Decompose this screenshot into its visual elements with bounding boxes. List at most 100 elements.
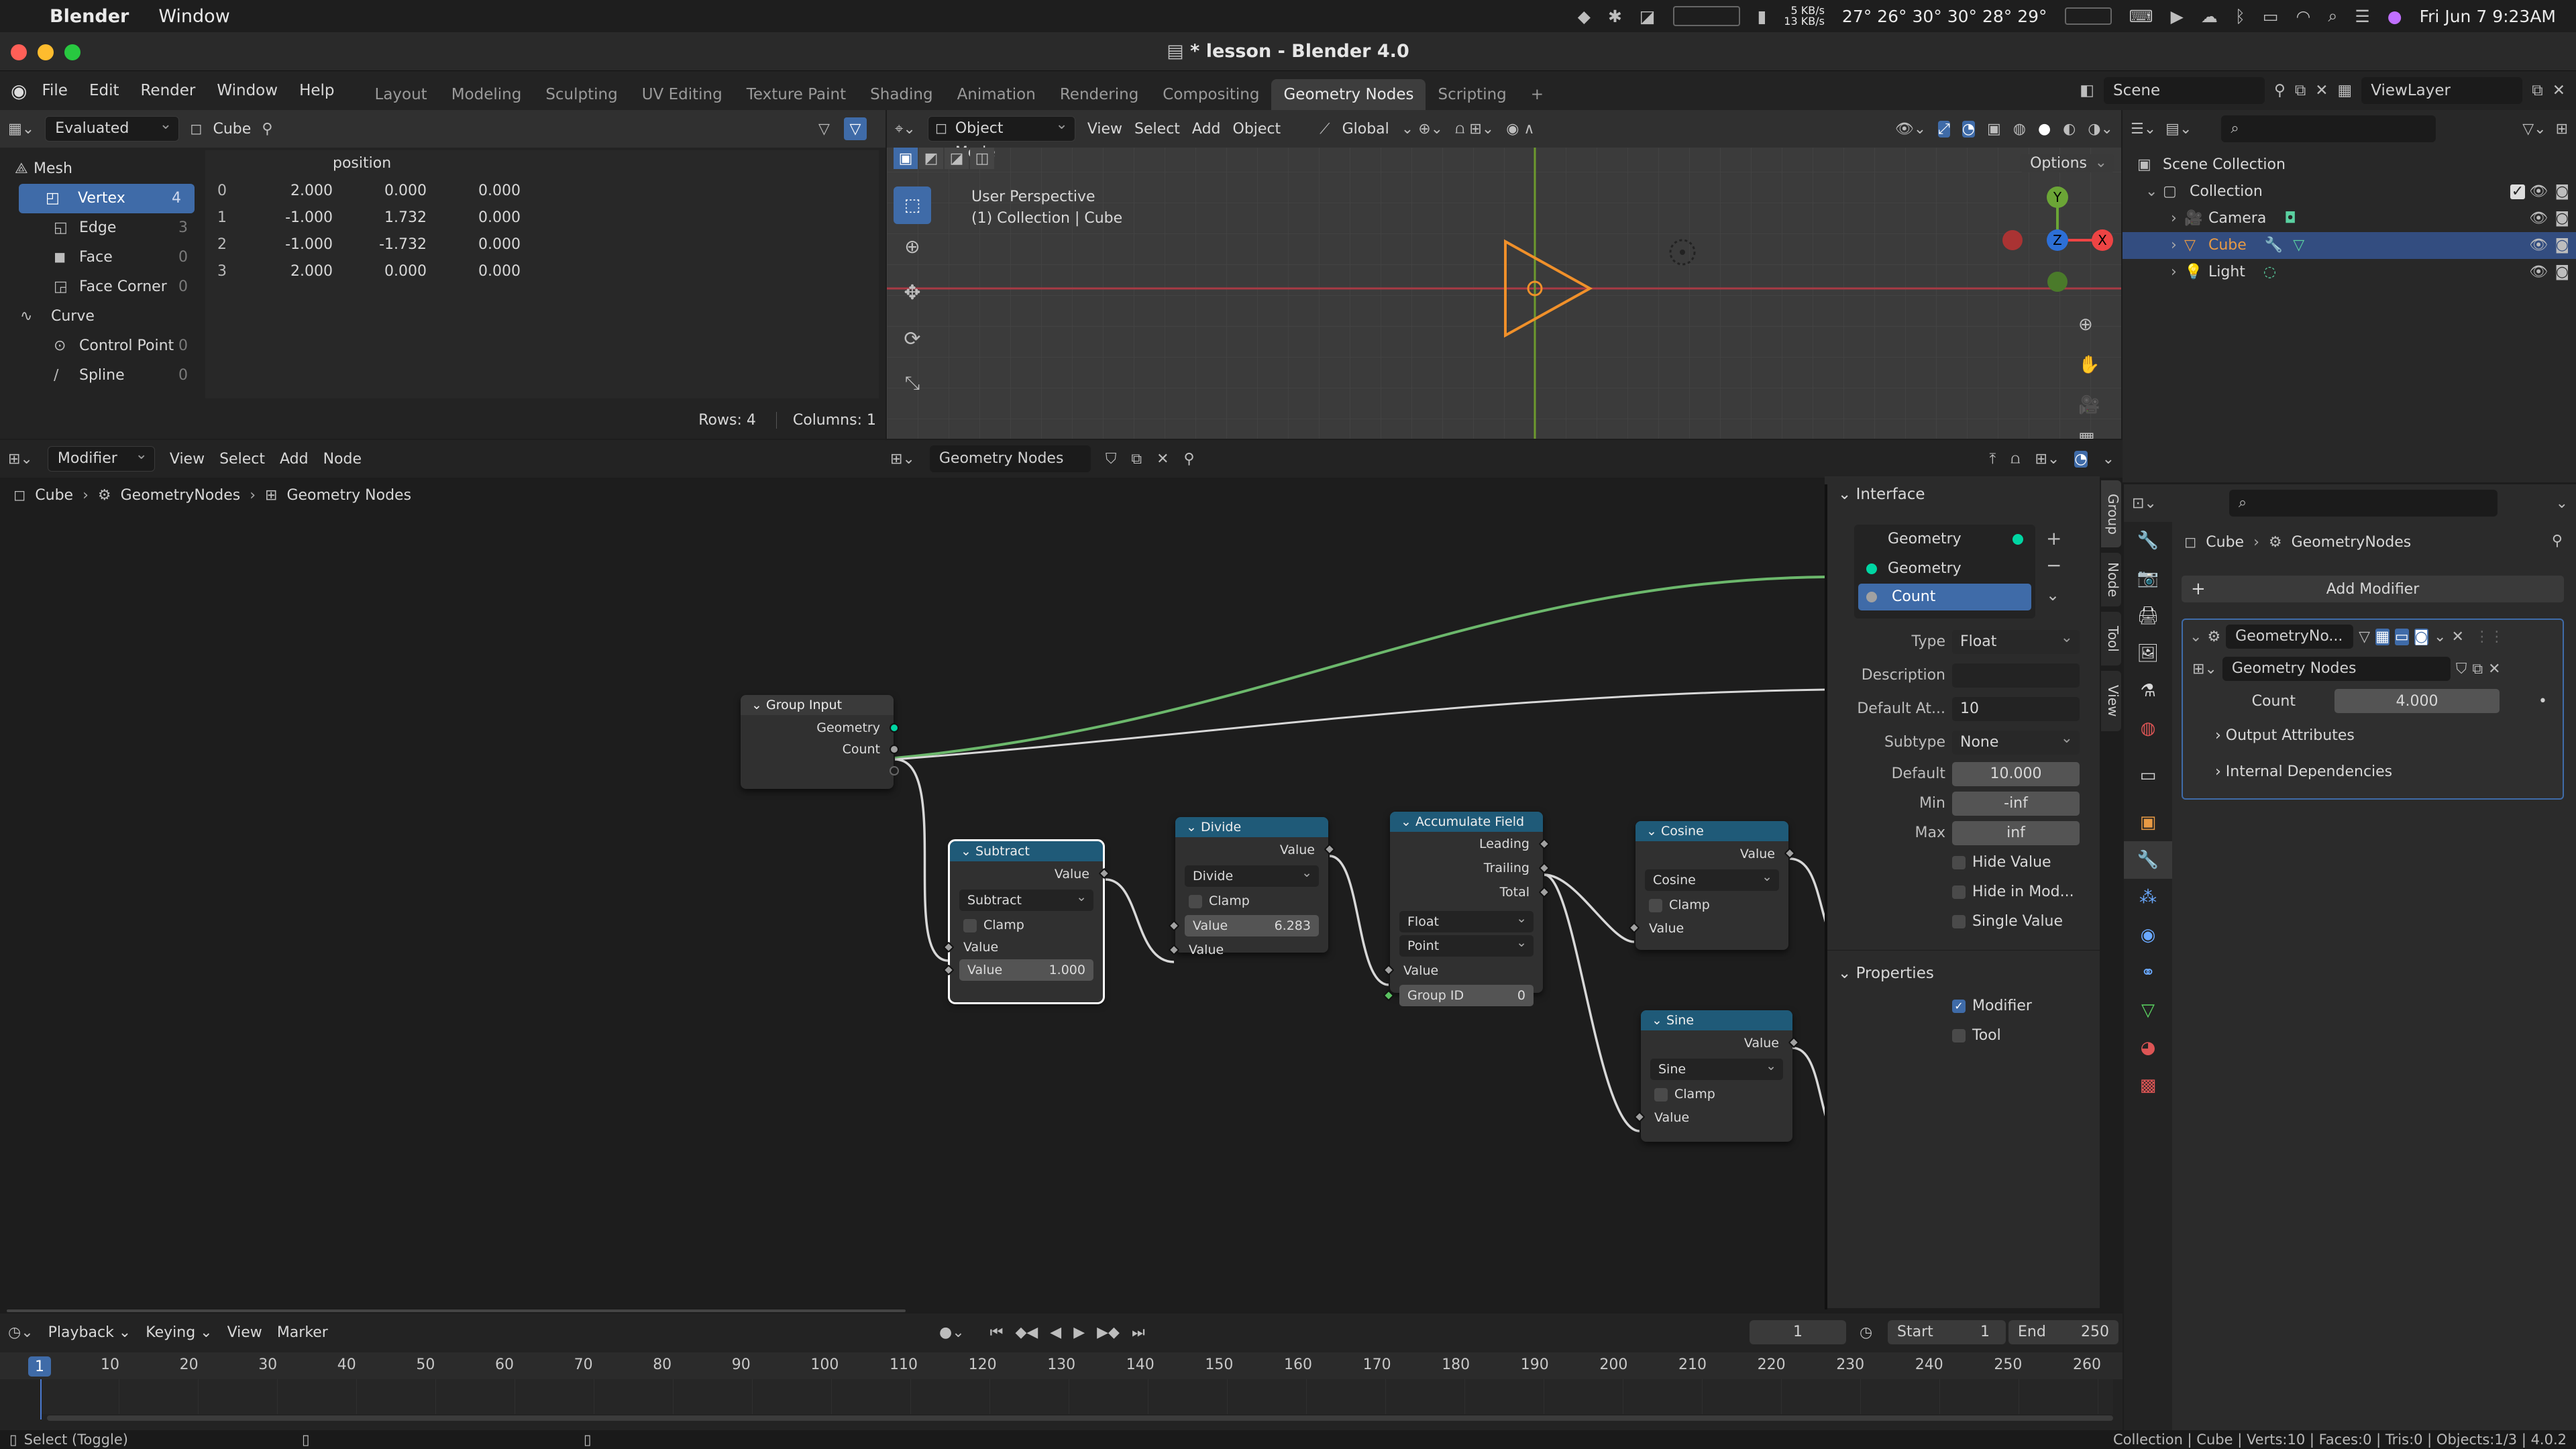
editor-type-icon[interactable]: ▦⌄: [8, 121, 34, 138]
playback-menu[interactable]: Playback ⌄: [48, 1324, 131, 1341]
shading-rendered-icon[interactable]: ◑⌄: [2088, 121, 2113, 138]
cosine-math-node[interactable]: ⌄ Cosine Value Cosine Clamp Value: [1628, 821, 1796, 950]
start-frame-field[interactable]: Start 1: [1888, 1320, 2006, 1344]
select-box-tool-icon[interactable]: ⬚: [894, 186, 931, 224]
render-toggle-icon[interactable]: ◙: [2414, 628, 2429, 645]
subtype-dropdown[interactable]: None: [1952, 727, 2080, 755]
viewport-toggle-icon[interactable]: ▭: [2394, 628, 2409, 645]
menu-file[interactable]: File: [42, 82, 68, 99]
camera-render-icon[interactable]: ◙: [2555, 178, 2569, 205]
scene-icon[interactable]: ◧: [2080, 82, 2094, 99]
remove-socket-icon[interactable]: −: [2046, 551, 2061, 578]
select-invert-icon[interactable]: ◫: [970, 148, 994, 169]
shading-solid-icon[interactable]: ●: [2038, 121, 2051, 138]
snap-icon[interactable]: ⩍ ⊞⌄: [1455, 121, 1494, 138]
app-menu[interactable]: Blender: [50, 6, 129, 27]
single-value-checkbox[interactable]: [1952, 915, 1966, 928]
siri-icon[interactable]: ●: [2387, 7, 2402, 26]
gizmo-toggle-icon[interactable]: ⤢: [1938, 120, 1950, 138]
select-extend-icon[interactable]: ◩: [919, 148, 943, 169]
tool-usage-option[interactable]: Tool: [1952, 1021, 2001, 1051]
remove-modifier-icon[interactable]: ✕: [2451, 629, 2463, 645]
node-header[interactable]: ⌄ Group Input: [741, 695, 894, 715]
tab-animation[interactable]: Animation: [945, 79, 1048, 110]
object-tab-icon[interactable]: ▣: [2124, 804, 2172, 841]
value-field[interactable]: Value 6.283: [1168, 915, 1319, 936]
record-icon[interactable]: ●⌄: [939, 1324, 965, 1341]
camera-render-icon[interactable]: ◙: [2555, 205, 2569, 232]
domain-face[interactable]: ◼ Face 0: [0, 243, 201, 272]
operation-dropdown[interactable]: Divide: [1185, 862, 1319, 887]
blender-logo-icon[interactable]: ◉: [11, 80, 27, 102]
menu-window[interactable]: Window: [217, 82, 278, 99]
app-icon[interactable]: ◪: [1640, 7, 1656, 26]
max-value-field[interactable]: inf: [1952, 821, 2080, 845]
data-type-dropdown[interactable]: Float: [1399, 908, 1534, 932]
outliner-scene-collection[interactable]: ▣ Scene Collection: [2123, 152, 2576, 178]
tab-rendering[interactable]: Rendering: [1048, 79, 1150, 110]
zoom-icon[interactable]: ⊕: [2078, 305, 2093, 345]
description-input[interactable]: [1952, 663, 2080, 688]
keyboard-icon[interactable]: ⌨: [2129, 7, 2153, 26]
overlay-toggle-icon[interactable]: ◔: [1962, 120, 1975, 138]
selected-only-filter-icon[interactable]: ▽: [844, 117, 867, 140]
operation-dropdown[interactable]: Subtract: [959, 886, 1093, 911]
timeline-view-menu[interactable]: View: [227, 1324, 262, 1341]
add-workspace-button[interactable]: +: [1519, 79, 1556, 110]
clock[interactable]: Fri Jun 7 9:23AM: [2420, 7, 2556, 26]
pan-hand-icon[interactable]: ✋: [2078, 345, 2100, 385]
tool-tab-icon[interactable]: 🔧: [2124, 522, 2172, 559]
clamp-checkbox[interactable]: [1649, 898, 1662, 912]
pin-icon[interactable]: ⚲: [2274, 82, 2286, 99]
modifier-tab-icon[interactable]: 🔧: [2124, 841, 2172, 879]
scene-field[interactable]: Scene: [2103, 77, 2265, 104]
group-id-field[interactable]: Group ID 0: [1383, 985, 1534, 1006]
single-value-option[interactable]: Single Value: [1825, 907, 2100, 936]
options-dropdown-icon[interactable]: ⌄: [2556, 495, 2568, 512]
pivot-icon[interactable]: ⌄ ⊕⌄: [1401, 121, 1443, 138]
object-mode-dropdown[interactable]: ◻Object Mode: [927, 113, 1075, 161]
current-frame-field[interactable]: 1: [1750, 1320, 1846, 1344]
hide-in-modifier-checkbox[interactable]: [1952, 885, 1966, 899]
socket-type-dropdown[interactable]: Float: [1952, 626, 2080, 654]
collection-tab-icon[interactable]: ▭: [2124, 757, 2172, 794]
viewport-menu-object[interactable]: Object: [1233, 121, 1281, 138]
tab-shading[interactable]: Shading: [858, 79, 945, 110]
viewport-menu-select[interactable]: Select: [1134, 121, 1180, 138]
window-menu[interactable]: Window: [158, 6, 229, 27]
clamp-checkbox[interactable]: [1654, 1087, 1668, 1102]
geometry-socket[interactable]: [890, 723, 899, 733]
clamp-checkbox[interactable]: [1189, 894, 1202, 908]
outliner-collection[interactable]: ⌄ ▢ Collection ✓ 👁 ◙: [2123, 178, 2576, 205]
sidebar-tab-node[interactable]: Node: [2101, 553, 2121, 606]
modifier-checkbox[interactable]: ✓: [1952, 1000, 1966, 1013]
display-mode-icon[interactable]: ▤⌄: [2165, 121, 2192, 138]
xray-icon[interactable]: ▣: [1987, 121, 2001, 138]
material-tab-icon[interactable]: ◕: [2124, 1029, 2172, 1067]
edit-mode-toggle-icon[interactable]: ▽: [2359, 629, 2370, 645]
view-layer-tab-icon[interactable]: 🖼: [2124, 635, 2172, 672]
render-tab-icon[interactable]: 📷: [2124, 559, 2172, 597]
3d-viewport[interactable]: ⌖⌄ ◻Object Mode View Select Add Object ⟋…: [887, 110, 2121, 439]
scale-tool-icon[interactable]: ⤡: [894, 361, 931, 405]
shading-material-icon[interactable]: ◐: [2063, 121, 2076, 138]
interface-item-geometry-input[interactable]: Geometry: [1854, 554, 2035, 584]
evaluation-mode-dropdown[interactable]: Evaluated: [45, 113, 180, 142]
menu-help[interactable]: Help: [299, 82, 334, 99]
default-value-field[interactable]: 10.000: [1952, 762, 2080, 786]
physics-tab-icon[interactable]: ◉: [2124, 916, 2172, 954]
select-new-icon[interactable]: ▣: [894, 148, 918, 169]
viewport-menu-view[interactable]: View: [1087, 121, 1122, 138]
output-tab-icon[interactable]: 🖨: [2124, 597, 2172, 635]
menu-edit[interactable]: Edit: [89, 82, 119, 99]
playhead-frame[interactable]: 1: [28, 1356, 51, 1377]
geometry-node-editor[interactable]: ⊞⌄ Modifier View Select Add Node ⊞⌄ Geom…: [0, 440, 2123, 1312]
play-reverse-icon[interactable]: ◀: [1050, 1324, 1061, 1341]
clamp-option[interactable]: Clamp: [950, 914, 1103, 936]
ortho-toggle-icon[interactable]: ▦: [2078, 425, 2095, 439]
eye-icon[interactable]: 👁: [2529, 178, 2548, 205]
domain-face-corner[interactable]: ◲ Face Corner 0: [0, 272, 201, 302]
properties-panel-header[interactable]: ⌄ Properties: [1838, 957, 1934, 990]
cloud-icon[interactable]: ☁: [2201, 7, 2218, 26]
node-tree-icon[interactable]: ⊞⌄: [2192, 661, 2217, 678]
